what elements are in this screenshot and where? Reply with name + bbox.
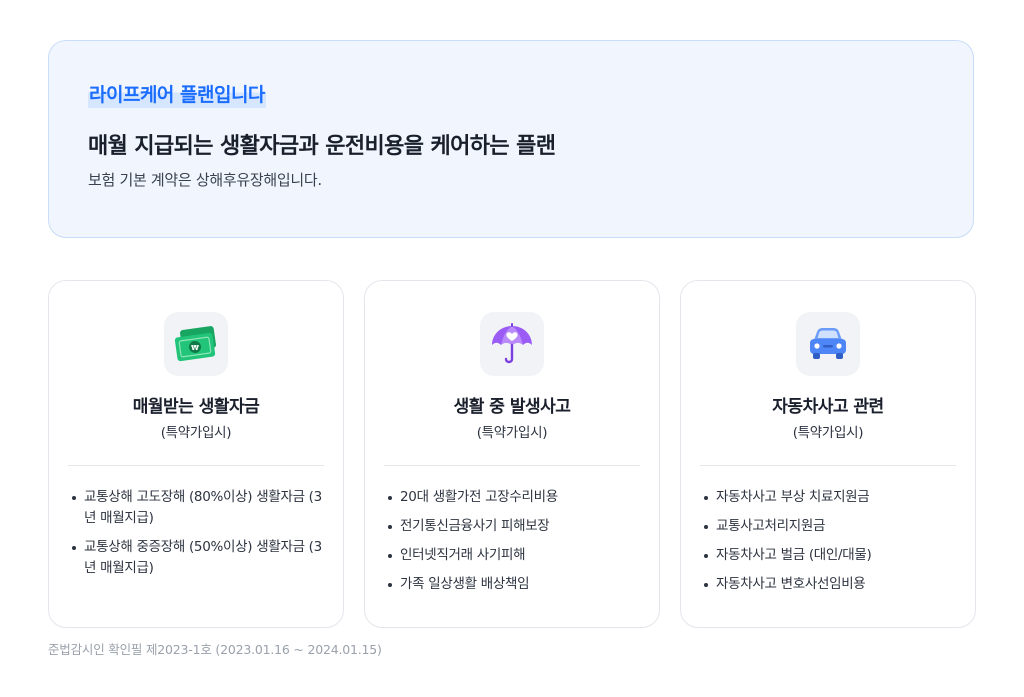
card-title: 생활 중 발생사고 [453, 397, 571, 417]
card-tag: (특약가입시) [792, 425, 864, 441]
coverage-card-daily-accident: 생활 중 발생사고 (특약가입시) 20대 생활가전 고장수리비용 전기통신금융… [364, 280, 660, 628]
plan-subtitle: 보험 기본 계약은 상해후유장해입니다. [88, 171, 322, 189]
list-item: 자동차사고 변호사선임비용 [700, 574, 963, 595]
plan-badge: 라이프케어 플랜입니다 [88, 82, 266, 108]
plan-summary-box: 라이프케어 플랜입니다 매월 지급되는 생활자금과 운전비용을 케어하는 플랜 … [48, 40, 974, 238]
card-tag: (특약가입시) [160, 425, 232, 441]
card-tag: (특약가입시) [476, 425, 548, 441]
coverage-list: 교통상해 고도장해 (80%이상) 생활자금 (3년 매월지급) 교통상해 중증… [68, 487, 331, 587]
money-icon: ₩ [164, 312, 228, 376]
compliance-footnote: 준법감시인 확인필 제2023-1호 (2023.01.16 ~ 2024.01… [48, 642, 382, 657]
list-item: 교통사고처리지원금 [700, 516, 963, 537]
list-item: 자동차사고 벌금 (대인/대물) [700, 545, 963, 566]
list-item: 전기통신금융사기 피해보장 [384, 516, 647, 537]
coverage-list: 20대 생활가전 고장수리비용 전기통신금융사기 피해보장 인터넷직거래 사기피… [384, 487, 647, 603]
card-divider [384, 465, 640, 466]
list-item: 교통상해 고도장해 (80%이상) 생활자금 (3년 매월지급) [68, 487, 331, 529]
card-divider [68, 465, 324, 466]
coverage-card-living-fund: ₩ 매월받는 생활자금 (특약가입시) 교통상해 고도장해 (80%이상) 생활… [48, 280, 344, 628]
list-item: 교통상해 중증장해 (50%이상) 생활자금 (3년 매월지급) [68, 537, 331, 579]
coverage-card-car-accident: 자동차사고 관련 (특약가입시) 자동차사고 부상 치료지원금 교통사고처리지원… [680, 280, 976, 628]
card-title: 자동차사고 관련 [772, 397, 884, 417]
svg-text:₩: ₩ [191, 344, 199, 352]
card-divider [700, 465, 956, 466]
umbrella-icon [480, 312, 544, 376]
list-item: 가족 일상생활 배상책임 [384, 574, 647, 595]
card-title: 매월받는 생활자금 [132, 397, 260, 417]
list-item: 인터넷직거래 사기피해 [384, 545, 647, 566]
car-icon [796, 312, 860, 376]
list-item: 20대 생활가전 고장수리비용 [384, 487, 647, 508]
coverage-list: 자동차사고 부상 치료지원금 교통사고처리지원금 자동차사고 벌금 (대인/대물… [700, 487, 963, 603]
plan-title: 매월 지급되는 생활자금과 운전비용을 케어하는 플랜 [88, 134, 556, 159]
list-item: 자동차사고 부상 치료지원금 [700, 487, 963, 508]
